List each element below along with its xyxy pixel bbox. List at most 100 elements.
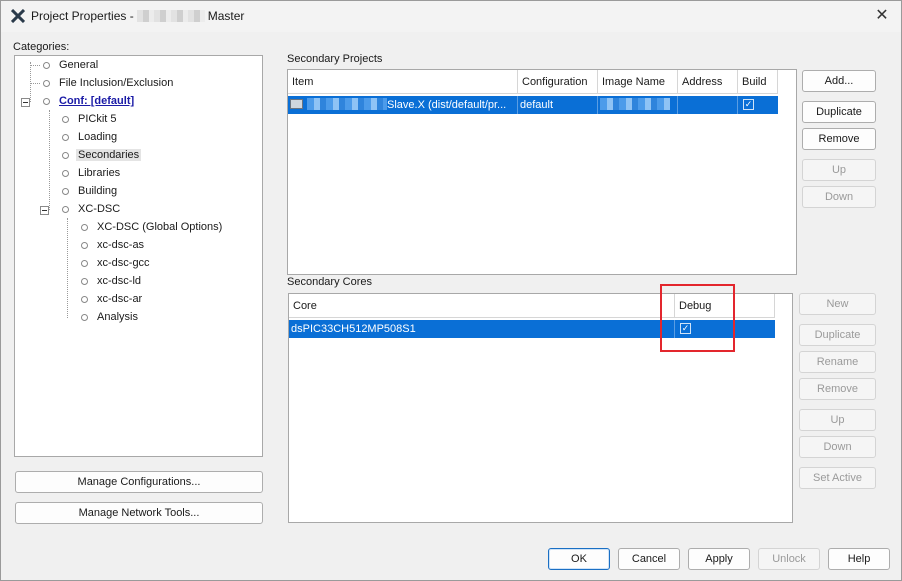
tree-item-xc-dsc[interactable]: XC-DSC	[62, 201, 122, 218]
tree-item-file-inclusion[interactable]: File Inclusion/Exclusion	[43, 75, 175, 92]
tree-item-label: XC-DSC	[78, 203, 121, 215]
column-header-build[interactable]: Build	[738, 70, 778, 94]
tree-item-label: XC-DSC (Global Options)	[97, 221, 223, 233]
node-icon	[81, 296, 88, 303]
tree-item-label: Analysis	[97, 311, 138, 323]
window-title-suffix: Master	[207, 9, 245, 23]
node-icon	[43, 62, 50, 69]
node-icon	[81, 314, 88, 321]
column-header-configuration[interactable]: Configuration	[518, 70, 598, 94]
tree-item-label: PICkit 5	[78, 113, 117, 125]
up-secondary-project-button[interactable]: Up	[802, 159, 876, 181]
tree-item-xc-dsc-gcc[interactable]: xc-dsc-gcc	[81, 255, 152, 272]
tree-item-label: File Inclusion/Exclusion	[59, 77, 174, 89]
node-icon	[81, 224, 88, 231]
node-icon	[81, 242, 88, 249]
tree-line	[67, 218, 68, 318]
categories-tree: General File Inclusion/Exclusion Conf: […	[14, 55, 263, 457]
tree-line	[49, 110, 50, 210]
remove-secondary-core-button[interactable]: Remove	[799, 378, 876, 400]
tree-item-general[interactable]: General	[43, 57, 100, 74]
highlight-box	[660, 284, 735, 352]
node-icon	[62, 116, 69, 123]
add-secondary-project-button[interactable]: Add...	[802, 70, 876, 92]
tree-line	[30, 62, 31, 102]
up-secondary-core-button[interactable]: Up	[799, 409, 876, 431]
unlock-button[interactable]: Unlock	[758, 548, 820, 570]
tree-item-loading[interactable]: Loading	[62, 129, 119, 146]
rename-secondary-core-button[interactable]: Rename	[799, 351, 876, 373]
tree-item-label: xc-dsc-ld	[97, 275, 142, 287]
secondary-projects-table: Item Configuration Image Name Address Bu…	[287, 69, 797, 275]
node-icon	[62, 152, 69, 159]
manage-network-tools-button[interactable]: Manage Network Tools...	[15, 502, 263, 524]
secondary-projects-label: Secondary Projects	[287, 53, 383, 65]
close-icon[interactable]: ✕	[873, 7, 891, 25]
node-icon	[62, 170, 69, 177]
tree-item-label: General	[59, 59, 99, 71]
tree-item-building[interactable]: Building	[62, 183, 119, 200]
cell-address	[678, 96, 738, 114]
tree-item-pickit5[interactable]: PICkit 5	[62, 111, 119, 128]
node-icon	[81, 260, 88, 267]
tree-item-libraries[interactable]: Libraries	[62, 165, 122, 182]
column-header-address[interactable]: Address	[678, 70, 738, 94]
tree-item-secondaries[interactable]: Secondaries	[62, 147, 142, 164]
tree-item-xc-dsc-ar[interactable]: xc-dsc-ar	[81, 291, 144, 308]
tree-item-label: Secondaries	[76, 149, 142, 161]
cell-item-text: Slave.X (dist/default/pr...	[387, 99, 507, 111]
secondary-cores-label: Secondary Cores	[287, 276, 372, 288]
tree-item-label: xc-dsc-as	[97, 239, 145, 251]
down-secondary-core-button[interactable]: Down	[799, 436, 876, 458]
tree-item-label: Loading	[78, 131, 118, 143]
tree-item-xc-dsc-ld[interactable]: xc-dsc-ld	[81, 273, 143, 290]
tree-item-label: xc-dsc-ar	[97, 293, 143, 305]
node-icon	[43, 98, 50, 105]
new-secondary-core-button[interactable]: New	[799, 293, 876, 315]
collapse-conf-icon[interactable]	[21, 98, 30, 107]
duplicate-secondary-project-button[interactable]: Duplicate	[802, 101, 876, 123]
down-secondary-project-button[interactable]: Down	[802, 186, 876, 208]
help-button[interactable]: Help	[828, 548, 890, 570]
tree-item-xc-dsc-global[interactable]: XC-DSC (Global Options)	[81, 219, 224, 236]
duplicate-secondary-core-button[interactable]: Duplicate	[799, 324, 876, 346]
table-row[interactable]: Slave.X (dist/default/pr... default ✓	[288, 96, 778, 114]
title-bar: Project Properties - Master ✕	[1, 1, 901, 32]
node-icon	[62, 188, 69, 195]
column-header-image-name[interactable]: Image Name	[598, 70, 678, 94]
tree-line	[30, 83, 40, 84]
column-header-core[interactable]: Core	[289, 294, 675, 318]
tree-item-xc-dsc-as[interactable]: xc-dsc-as	[81, 237, 146, 254]
mplab-x-icon	[10, 8, 26, 24]
tree-item-label: Building	[78, 185, 118, 197]
cancel-button[interactable]: Cancel	[618, 548, 680, 570]
window-title-prefix: Project Properties -	[31, 9, 134, 23]
table-header: Item Configuration Image Name Address Bu…	[288, 70, 778, 94]
tree-item-label: Conf: [default]	[59, 95, 135, 107]
collapse-xc-dsc-icon[interactable]	[40, 206, 49, 215]
checkmark-icon[interactable]: ✓	[743, 99, 754, 110]
tree-item-conf-default[interactable]: Conf: [default]	[43, 93, 136, 110]
tree-item-analysis[interactable]: Analysis	[81, 309, 140, 326]
cell-image-name	[598, 96, 678, 114]
tree-item-label: Libraries	[78, 167, 121, 179]
node-icon	[81, 278, 88, 285]
cell-configuration: default	[518, 96, 598, 114]
apply-button[interactable]: Apply	[688, 548, 750, 570]
window-title: Project Properties - Master	[31, 9, 244, 23]
categories-label: Categories:	[13, 41, 70, 53]
cell-core: dsPIC33CH512MP508S1	[289, 320, 675, 338]
project-chip-icon	[290, 99, 303, 109]
redacted-project-name	[136, 10, 205, 22]
set-active-button[interactable]: Set Active	[799, 467, 876, 489]
tree-line	[30, 65, 40, 66]
redacted-image-name	[600, 98, 670, 110]
node-icon	[43, 80, 50, 87]
cell-item: Slave.X (dist/default/pr...	[288, 96, 518, 114]
column-header-item[interactable]: Item	[288, 70, 518, 94]
remove-secondary-project-button[interactable]: Remove	[802, 128, 876, 150]
ok-button[interactable]: OK	[548, 548, 610, 570]
cell-build: ✓	[738, 96, 778, 114]
manage-configurations-button[interactable]: Manage Configurations...	[15, 471, 263, 493]
project-properties-window: Project Properties - Master ✕ Categories:…	[0, 0, 902, 581]
